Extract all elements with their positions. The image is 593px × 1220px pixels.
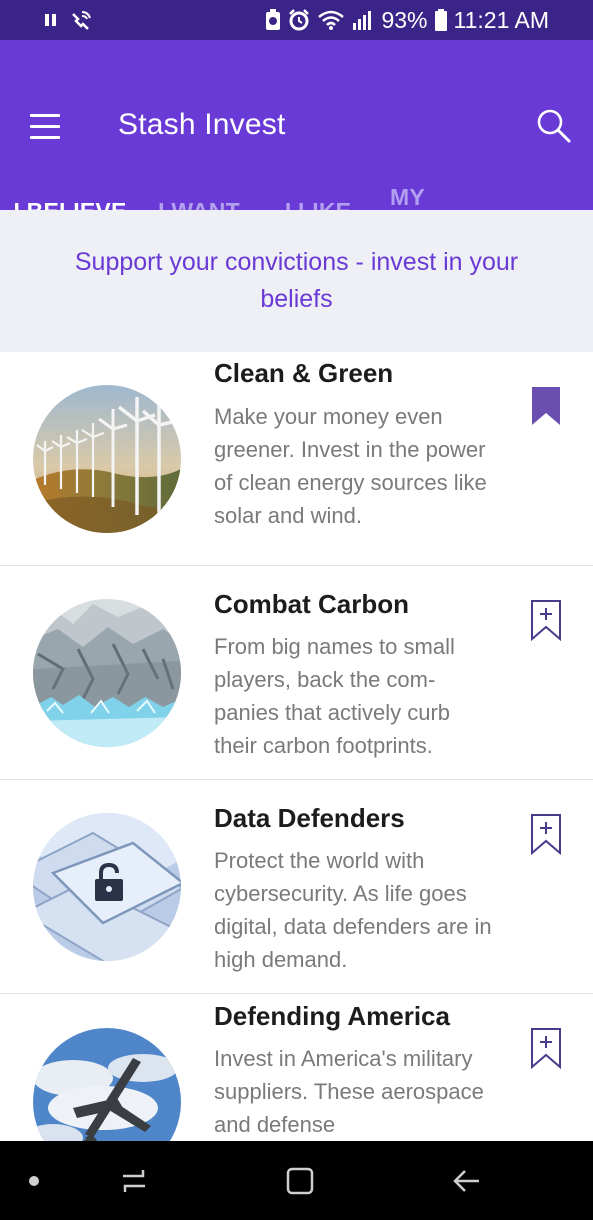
battery-percent: 93% xyxy=(381,6,428,33)
investment-list[interactable]: Clean & Green Make your money even green… xyxy=(0,352,593,1141)
back-icon[interactable] xyxy=(446,1161,486,1201)
wifi-call-icon xyxy=(70,10,92,30)
wind-turbines-image xyxy=(33,385,181,533)
system-nav-bar xyxy=(0,1141,593,1220)
item-title: Data Defenders xyxy=(214,803,405,833)
add-bookmark-icon[interactable] xyxy=(530,813,562,856)
signal-icon xyxy=(352,9,374,31)
item-description: From big names to small players, back th… xyxy=(214,634,455,758)
item-title: Defending America xyxy=(214,1001,450,1031)
alarm-icon xyxy=(288,9,310,31)
list-item-data-defenders[interactable]: Data Defenders Protect the world with cy… xyxy=(0,780,593,994)
app-title: Stash Invest xyxy=(118,108,286,141)
pause-icon xyxy=(44,13,58,27)
list-item-defending-america[interactable]: Defending America Invest in America's mi… xyxy=(0,994,593,1141)
item-title: Clean & Green xyxy=(214,358,394,388)
dot-icon[interactable] xyxy=(14,1161,54,1201)
convictions-banner: Support your convictions - invest in you… xyxy=(0,210,593,352)
search-icon[interactable] xyxy=(534,106,574,146)
app-bar: Stash Invest I BELIEVE I WANT I LIKE MY … xyxy=(0,40,593,250)
status-bar: 93% 11:21 AM xyxy=(0,0,593,40)
recent-apps-icon[interactable] xyxy=(114,1161,154,1201)
item-title: Combat Carbon xyxy=(214,589,409,619)
wifi-icon xyxy=(317,9,345,31)
item-description: Protect the world with cybersecurity. As… xyxy=(214,848,492,972)
banner-text: Support your convictions - invest in you… xyxy=(74,248,519,313)
add-bookmark-icon[interactable] xyxy=(530,1027,562,1070)
battery-saver-icon xyxy=(265,9,281,31)
hamburger-menu-icon[interactable] xyxy=(28,114,64,140)
home-icon[interactable] xyxy=(280,1161,320,1201)
clock: 11:21 AM xyxy=(453,6,549,33)
battery-icon xyxy=(434,9,447,31)
bookmark-filled-icon[interactable] xyxy=(530,385,562,427)
add-bookmark-icon[interactable] xyxy=(530,599,562,642)
list-item-clean-green[interactable]: Clean & Green Make your money even green… xyxy=(0,352,593,566)
item-description: Make your money even greener. Invest in … xyxy=(214,404,487,528)
list-item-combat-carbon[interactable]: Combat Carbon From big names to small pl… xyxy=(0,566,593,780)
glacier-image xyxy=(33,599,181,747)
fighter-jet-image xyxy=(33,1028,181,1141)
item-description: Invest in America's military suppliers. … xyxy=(214,1046,484,1137)
keyboard-lock-image xyxy=(33,813,181,961)
